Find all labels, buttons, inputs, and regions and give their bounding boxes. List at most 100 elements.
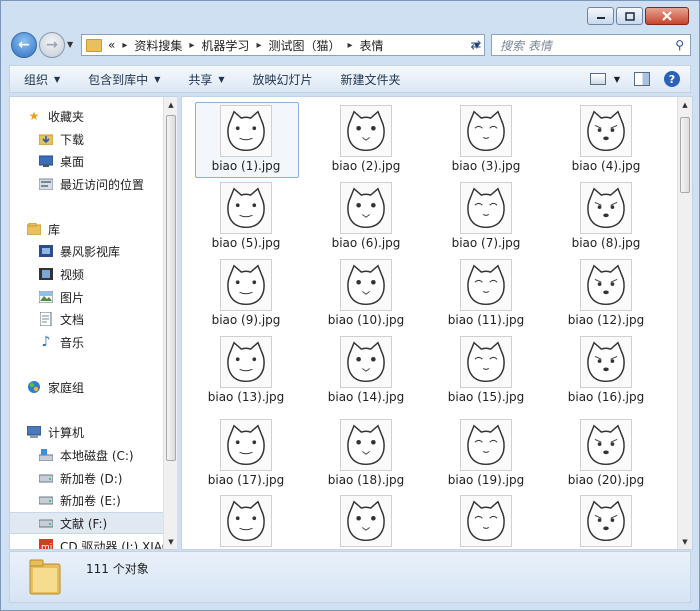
file-name: biao (19).jpg [447, 473, 525, 487]
scroll-up-icon[interactable]: ▲ [164, 97, 177, 112]
minimize-button[interactable] [587, 7, 614, 25]
cat-face-icon [347, 264, 385, 306]
address-overflow-chevron[interactable]: « [108, 38, 115, 52]
file-item[interactable]: biao (12).jpg [556, 259, 656, 327]
magnifier-icon[interactable]: ⚲ [675, 38, 684, 52]
file-item[interactable]: biao (16).jpg [556, 336, 656, 404]
share-button[interactable]: 共享 ▼ [174, 71, 238, 88]
nav-scrollbar[interactable]: ▲ ▼ [163, 97, 177, 549]
nav-storm-video[interactable]: 暴风影视库 [10, 240, 177, 262]
nav-desktop[interactable]: 桌面 [10, 150, 177, 172]
file-item[interactable]: biao (24).jpg [556, 495, 656, 549]
cat-face-icon [227, 424, 265, 466]
breadcrumb-item[interactable]: 资料搜集 [134, 37, 182, 54]
forward-button[interactable]: → [39, 32, 65, 58]
nav-label: 收藏夹 [48, 109, 85, 124]
image-thumbnail [340, 336, 392, 388]
breadcrumb-item[interactable]: 机器学习 [201, 37, 249, 54]
chevron-right-icon[interactable]: ▸ [122, 40, 127, 51]
file-item[interactable]: biao (4).jpg [556, 105, 656, 173]
nav-pictures[interactable]: 图片 [10, 286, 177, 308]
search-input[interactable]: 搜索 表情 ⚲ [491, 34, 691, 56]
scroll-down-icon[interactable]: ▼ [164, 534, 177, 549]
image-thumbnail [340, 182, 392, 234]
nav-drive-f[interactable]: 文献 (F:) [10, 512, 163, 534]
chevron-down-icon: ▼ [54, 74, 61, 84]
file-item[interactable]: biao (1).jpg [196, 105, 296, 173]
history-dropdown[interactable]: ▼ [67, 40, 73, 49]
new-folder-label: 新建文件夹 [340, 72, 401, 87]
file-name: biao (14).jpg [327, 390, 405, 404]
slideshow-label: 放映幻灯片 [252, 72, 313, 87]
file-name: biao (18).jpg [327, 473, 405, 487]
image-thumbnail [220, 105, 272, 157]
file-item[interactable]: biao (17).jpg [196, 419, 296, 487]
chevron-right-icon[interactable]: ▸ [347, 40, 352, 51]
new-folder-button[interactable]: 新建文件夹 [327, 71, 415, 88]
file-item[interactable]: biao (6).jpg [316, 182, 416, 250]
file-item[interactable]: biao (10).jpg [316, 259, 416, 327]
file-item[interactable]: biao (14).jpg [316, 336, 416, 404]
chevron-right-icon[interactable]: ▸ [189, 40, 194, 51]
file-item[interactable]: biao (23).jpg [436, 495, 536, 549]
nav-scroll-thumb[interactable] [166, 115, 176, 461]
file-item[interactable]: biao (21).jpg [196, 495, 296, 549]
arrow-left-icon: ← [18, 37, 30, 53]
nav-computer[interactable]: 计算机 [10, 421, 177, 443]
nav-drive-e[interactable]: 新加卷 (E:) [10, 489, 177, 511]
image-thumbnail [340, 105, 392, 157]
nav-homegroup[interactable]: 家庭组 [10, 376, 177, 398]
scroll-down-icon[interactable]: ▼ [678, 534, 692, 549]
file-item[interactable]: biao (13).jpg [196, 336, 296, 404]
back-button[interactable]: ← [11, 32, 37, 58]
file-item[interactable]: biao (7).jpg [436, 182, 536, 250]
image-thumbnail [580, 495, 632, 547]
preview-pane-button[interactable] [634, 72, 650, 86]
nav-downloads[interactable]: 下载 [10, 128, 177, 150]
file-item[interactable]: biao (19).jpg [436, 419, 536, 487]
file-item[interactable]: biao (5).jpg [196, 182, 296, 250]
organize-button[interactable]: 组织 ▼ [10, 71, 74, 88]
cat-face-icon [347, 187, 385, 229]
chevron-down-icon: ▼ [154, 74, 161, 84]
nav-drive-i[interactable]: mi CD 驱动器 (I:) XIAO [10, 535, 177, 549]
nav-drive-d[interactable]: 新加卷 (D:) [10, 467, 177, 489]
file-item[interactable]: biao (22).jpg [316, 495, 416, 549]
image-thumbnail [460, 336, 512, 388]
maximize-button[interactable] [616, 7, 643, 25]
nav-recent[interactable]: 最近访问的位置 [10, 173, 177, 195]
breadcrumb-item[interactable]: 表情 [360, 37, 384, 54]
file-item[interactable]: biao (2).jpg [316, 105, 416, 173]
file-item[interactable]: biao (9).jpg [196, 259, 296, 327]
slideshow-button[interactable]: 放映幻灯片 [239, 71, 327, 88]
share-label: 共享 [188, 72, 213, 87]
breadcrumb: ▸ 资料搜集 ▸ 机器学习 ▸ 测试图（猫） ▸ 表情 [115, 37, 383, 54]
cat-face-icon [227, 187, 265, 229]
file-item[interactable]: biao (20).jpg [556, 419, 656, 487]
help-icon[interactable]: ? [664, 71, 680, 87]
nav-libraries[interactable]: 库 [10, 218, 177, 240]
chevron-right-icon[interactable]: ▸ [256, 40, 261, 51]
content-scrollbar[interactable]: ▲ ▼ [677, 97, 692, 549]
breadcrumb-item[interactable]: 测试图（猫） [268, 37, 340, 54]
file-item[interactable]: biao (15).jpg [436, 336, 536, 404]
close-button[interactable] [645, 7, 689, 25]
nav-favorites[interactable]: ★ 收藏夹 [10, 105, 177, 127]
file-grid: biao (1).jpg biao (2).jpg biao (3).jpg biao… [182, 97, 678, 549]
refresh-button[interactable]: ⇄ [465, 34, 487, 56]
include-library-button[interactable]: 包含到库中 ▼ [74, 71, 174, 88]
nav-documents[interactable]: 文档 [10, 308, 177, 330]
content-scroll-thumb[interactable] [680, 117, 690, 193]
chevron-down-icon: ▼ [218, 74, 225, 84]
change-view-button[interactable]: ▼ [589, 73, 620, 85]
file-item[interactable]: biao (3).jpg [436, 105, 536, 173]
file-item[interactable]: biao (8).jpg [556, 182, 656, 250]
scroll-up-icon[interactable]: ▲ [678, 97, 692, 112]
nav-label: 家庭组 [48, 380, 85, 395]
nav-music[interactable]: ♪ 音乐 [10, 331, 177, 353]
nav-videos[interactable]: 视频 [10, 263, 177, 285]
nav-drive-c[interactable]: 本地磁盘 (C:) [10, 444, 177, 466]
file-item[interactable]: biao (18).jpg [316, 419, 416, 487]
file-item[interactable]: biao (11).jpg [436, 259, 536, 327]
address-bar[interactable]: « ▸ 资料搜集 ▸ 机器学习 ▸ 测试图（猫） ▸ 表情 ▼ [81, 34, 485, 56]
